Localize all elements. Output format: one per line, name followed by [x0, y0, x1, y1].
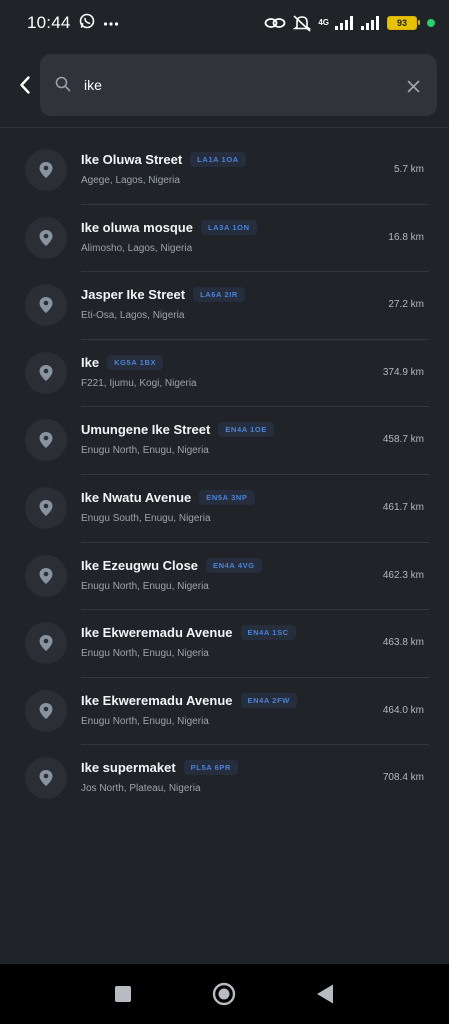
- status-time: 10:44: [27, 13, 71, 32]
- clear-search-button[interactable]: [403, 76, 423, 96]
- result-distance: 464.0 km: [382, 704, 424, 716]
- hotspot-icon: [264, 15, 286, 31]
- result-item[interactable]: Ike Nwatu Avenue EN5A 3NP Enugu South, E…: [0, 475, 449, 543]
- location-pin-icon: [25, 622, 67, 665]
- result-subtitle: Enugu North, Enugu, Nigeria: [81, 648, 209, 660]
- battery-icon: 93: [387, 16, 420, 30]
- result-title: Umungene Ike Street: [81, 422, 211, 438]
- result-title: Ike Ekweremadu Avenue: [81, 692, 233, 708]
- recent-apps-icon: [115, 986, 131, 1002]
- result-distance: 16.8 km: [388, 231, 424, 243]
- home-button[interactable]: [212, 982, 236, 1006]
- back-arrow-icon: [20, 76, 30, 94]
- result-subtitle: Alimosho, Lagos, Nigeria: [81, 242, 193, 254]
- result-subtitle: Enugu North, Enugu, Nigeria: [81, 445, 209, 457]
- result-distance: 374.9 km: [382, 366, 424, 378]
- result-distance: 462.3 km: [382, 569, 424, 581]
- result-distance: 708.4 km: [382, 772, 424, 784]
- search-box[interactable]: [40, 54, 437, 116]
- result-title: Ike Ezeugwu Close: [81, 557, 199, 573]
- mute-icon: [292, 14, 312, 32]
- location-pin-icon: [25, 351, 67, 394]
- result-title: Ike: [81, 354, 100, 370]
- postcode-badge: EN4A 1OE: [218, 422, 274, 438]
- status-bar: 10:44 4G 93: [0, 0, 449, 46]
- result-item[interactable]: Ike Ekweremadu Avenue EN4A 1SC Enugu Nor…: [0, 610, 449, 678]
- nav-back-button[interactable]: [313, 982, 337, 1006]
- signal-icon: [335, 16, 355, 30]
- result-item[interactable]: Jasper Ike Street LA6A 2IR Eti-Osa, Lago…: [0, 272, 449, 340]
- postcode-badge: LA6A 2IR: [193, 287, 245, 303]
- home-icon: [212, 982, 236, 1006]
- whatsapp-icon: [79, 13, 95, 34]
- location-pin-icon: [25, 554, 67, 597]
- result-title-row: Ike KG5A 1BX: [81, 354, 164, 370]
- location-pin-icon: [25, 284, 67, 327]
- location-pin-icon: [25, 419, 67, 462]
- search-header: [0, 46, 449, 128]
- result-item[interactable]: Ike Ezeugwu Close EN4A 4VG Enugu North, …: [0, 543, 449, 611]
- location-pin-icon: [25, 757, 67, 800]
- more-dots-icon: [103, 14, 119, 32]
- result-item[interactable]: Ike supermaket PL5A 6PR Jos North, Plate…: [0, 745, 449, 813]
- result-title: Ike Ekweremadu Avenue: [81, 625, 233, 641]
- result-title-row: Ike Ekweremadu Avenue EN4A 1SC: [81, 625, 296, 641]
- result-subtitle: F221, Ijumu, Kogi, Nigeria: [81, 377, 197, 389]
- result-title: Ike Oluwa Street: [81, 152, 183, 167]
- postcode-badge: KG5A 1BX: [107, 354, 164, 370]
- back-icon: [317, 984, 333, 1004]
- result-distance: 463.8 km: [382, 637, 424, 649]
- recent-apps-button[interactable]: [111, 982, 135, 1006]
- postcode-badge: EN5A 3NP: [199, 489, 255, 505]
- result-title-row: Ike Nwatu Avenue EN5A 3NP: [81, 489, 255, 505]
- network-type: 4G: [318, 18, 329, 27]
- result-title-row: Umungene Ike Street EN4A 1OE: [81, 422, 274, 438]
- result-title: Jasper Ike Street: [81, 287, 186, 303]
- result-subtitle: Eti-Osa, Lagos, Nigeria: [81, 310, 185, 322]
- search-icon: [55, 76, 71, 97]
- close-icon: [407, 80, 419, 92]
- results-list: Ike Oluwa Street LA1A 1OA Agege, Lagos, …: [0, 137, 449, 813]
- result-title: Ike oluwa mosque: [81, 219, 193, 235]
- status-left: 10:44: [27, 13, 119, 34]
- result-distance: 27.2 km: [388, 299, 424, 311]
- postcode-badge: PL5A 6PR: [183, 760, 239, 776]
- result-title-row: Jasper Ike Street LA6A 2IR: [81, 287, 245, 303]
- result-title: Ike supermaket: [81, 760, 176, 776]
- result-title-row: Ike supermaket PL5A 6PR: [81, 760, 239, 776]
- search-input[interactable]: [82, 72, 382, 98]
- privacy-indicator-dot: [427, 19, 435, 27]
- postcode-badge: EN4A 4VG: [206, 557, 262, 573]
- result-subtitle: Agege, Lagos, Nigeria: [81, 175, 180, 186]
- result-title-row: Ike Oluwa Street LA1A 1OA: [81, 152, 246, 167]
- result-title-row: Ike Ekweremadu Avenue EN4A 2FW: [81, 692, 297, 708]
- postcode-badge: EN4A 1SC: [240, 625, 296, 641]
- postcode-badge: EN4A 2FW: [240, 692, 297, 708]
- result-item[interactable]: Ike Ekweremadu Avenue EN4A 2FW Enugu Nor…: [0, 678, 449, 746]
- location-pin-icon: [25, 216, 67, 259]
- postcode-badge: LA1A 1OA: [190, 152, 246, 167]
- result-title: Ike Nwatu Avenue: [81, 489, 192, 505]
- location-pin-icon: [25, 149, 67, 191]
- location-pin-icon: [25, 486, 67, 529]
- result-subtitle: Enugu North, Enugu, Nigeria: [81, 715, 209, 727]
- postcode-badge: LA3A 1ON: [200, 219, 257, 235]
- result-item[interactable]: Ike Oluwa Street LA1A 1OA Agege, Lagos, …: [0, 137, 449, 205]
- status-right: 4G 93: [264, 14, 435, 32]
- result-item[interactable]: Umungene Ike Street EN4A 1OE Enugu North…: [0, 407, 449, 475]
- result-distance: 458.7 km: [382, 434, 424, 446]
- signal-icon-2: [361, 16, 381, 30]
- result-item[interactable]: Ike oluwa mosque LA3A 1ON Alimosho, Lago…: [0, 205, 449, 273]
- back-button[interactable]: [12, 70, 38, 100]
- result-subtitle: Enugu South, Enugu, Nigeria: [81, 512, 211, 524]
- result-subtitle: Jos North, Plateau, Nigeria: [81, 783, 201, 795]
- result-title-row: Ike oluwa mosque LA3A 1ON: [81, 219, 257, 235]
- result-subtitle: Enugu North, Enugu, Nigeria: [81, 580, 209, 592]
- location-pin-icon: [25, 689, 67, 732]
- result-distance: 461.7 km: [382, 501, 424, 513]
- result-item[interactable]: Ike KG5A 1BX F221, Ijumu, Kogi, Nigeria …: [0, 340, 449, 408]
- result-distance: 5.7 km: [393, 164, 424, 175]
- system-nav-bar: [0, 964, 449, 1024]
- result-title-row: Ike Ezeugwu Close EN4A 4VG: [81, 557, 262, 573]
